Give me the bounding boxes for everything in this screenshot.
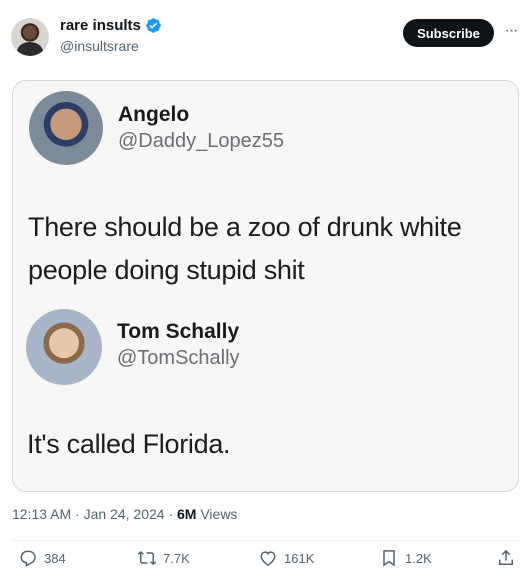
like-count: 161K <box>284 550 315 566</box>
divider <box>12 540 520 541</box>
share-button[interactable] <box>496 548 516 568</box>
post-meta: 12:13 AM · Jan 24, 2024 · 6M Views <box>12 506 237 522</box>
post-header: rare insults @insultsrare Subscribe ··· <box>0 0 532 70</box>
angelo-name: Angelo <box>118 103 190 126</box>
author-name-row: rare insults <box>60 17 162 34</box>
angelo-tweet-line2: people doing stupid shit <box>28 255 305 285</box>
views-count: 6M <box>177 506 197 522</box>
subscribe-button[interactable]: Subscribe <box>403 19 494 47</box>
reply-icon <box>20 550 36 567</box>
heart-icon <box>260 551 276 566</box>
author-display-name[interactable]: rare insults <box>60 17 141 34</box>
share-icon <box>499 549 513 565</box>
bookmark-count: 1.2K <box>405 550 432 566</box>
author-handle[interactable]: @insultsrare <box>60 38 139 54</box>
angelo-handle: @Daddy_Lopez55 <box>118 130 284 152</box>
verified-badge-icon <box>146 18 161 33</box>
like-button[interactable]: 161K <box>258 548 314 568</box>
more-options-icon[interactable]: ··· <box>500 22 522 42</box>
post-timestamp[interactable]: 12:13 AM · Jan 24, 2024 · <box>12 506 177 522</box>
angelo-avatar <box>29 91 103 165</box>
tom-avatar <box>26 309 102 385</box>
tom-handle: @TomSchally <box>117 347 240 369</box>
reply-count: 384 <box>44 550 66 566</box>
tom-tweet-text: It's called Florida. <box>27 429 231 459</box>
author-avatar[interactable] <box>11 18 49 56</box>
repost-button[interactable]: 7.7K <box>137 548 190 568</box>
action-bar: 384 7.7K 161K 1.2K <box>12 548 520 574</box>
tom-name: Tom Schally <box>117 320 240 343</box>
reply-button[interactable]: 384 <box>18 548 66 568</box>
repost-icon <box>137 551 157 565</box>
bookmark-icon <box>383 550 395 567</box>
bookmark-button[interactable]: 1.2K <box>379 548 432 568</box>
repost-count: 7.7K <box>163 550 190 566</box>
angelo-tweet-line1: There should be a zoo of drunk white <box>28 212 462 242</box>
views-label: Views <box>196 506 238 522</box>
quoted-screenshot-image[interactable]: Angelo @Daddy_Lopez55 There should be a … <box>12 80 519 492</box>
